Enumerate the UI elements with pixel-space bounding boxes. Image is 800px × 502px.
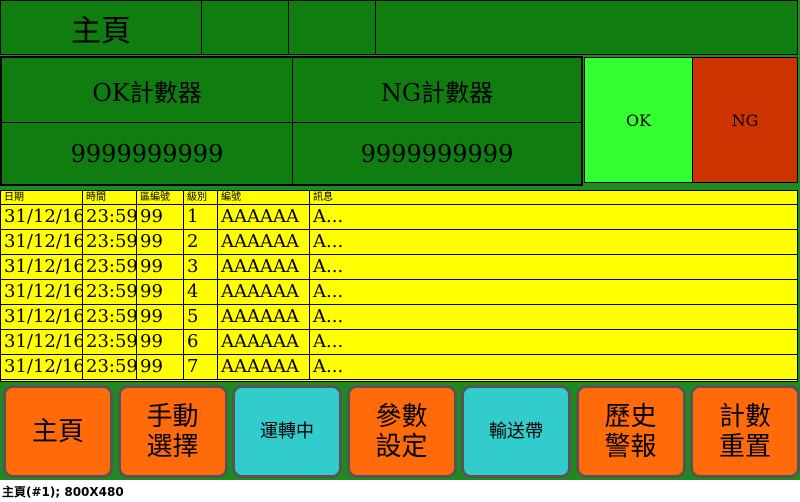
- column-header-code: 編號: [218, 191, 310, 204]
- cell-message: A...: [313, 281, 344, 302]
- cell-level: 2: [184, 230, 218, 254]
- cell-code: AAAAAA: [218, 230, 310, 254]
- button-label: 輸送帶: [489, 420, 543, 442]
- cell-level: 1: [184, 205, 218, 229]
- ng-counter-value: 9999999999: [360, 139, 514, 168]
- cell-time: 23:59: [83, 255, 137, 279]
- table-row[interactable]: 31/12/16 23:59 99 3 AAAAAA A...: [1, 255, 797, 280]
- cell-time: 23:59: [83, 355, 137, 379]
- cell-date: 31/12/16: [1, 205, 83, 229]
- cell-date: 31/12/16: [1, 255, 83, 279]
- table-row[interactable]: 31/12/16 23:59 99 7 AAAAAA A...: [1, 355, 797, 380]
- header-bar: 主頁: [0, 0, 798, 55]
- cell-zone: 99: [137, 280, 184, 304]
- column-header-zone: 區編號: [137, 191, 184, 204]
- header-cell-3: [289, 1, 376, 54]
- cell-message: A...: [313, 256, 344, 277]
- cell-date: 31/12/16: [1, 355, 83, 379]
- cell-date: 31/12/16: [1, 330, 83, 354]
- button-label: 手動 選擇: [146, 401, 199, 462]
- button-label: 參數 設定: [375, 401, 428, 462]
- cell-code: AAAAAA: [218, 355, 310, 379]
- column-header-message: 訊息: [313, 192, 333, 203]
- cell-time: 23:59: [83, 280, 137, 304]
- table-row[interactable]: 31/12/16 23:59 99 4 AAAAAA A...: [1, 280, 797, 305]
- cell-code: AAAAAA: [218, 205, 310, 229]
- cell-code: AAAAAA: [218, 280, 310, 304]
- ok-counter-value: 9999999999: [70, 139, 224, 168]
- cell-zone: 99: [137, 305, 184, 329]
- ok-indicator-label: OK: [625, 110, 652, 130]
- ng-indicator: NG: [692, 57, 798, 183]
- cell-time: 23:59: [83, 305, 137, 329]
- cell-code: AAAAAA: [218, 330, 310, 354]
- column-header-date: 日期: [1, 191, 83, 204]
- cell-date: 31/12/16: [1, 305, 83, 329]
- cell-time: 23:59: [83, 230, 137, 254]
- hmi-screen: 主頁 OK計數器 NG計數器 9999999999 9999999999 OK …: [0, 0, 800, 480]
- ng-counter-label: NG計數器: [380, 78, 494, 107]
- cell-level: 5: [184, 305, 218, 329]
- cell-level: 7: [184, 355, 218, 379]
- cell-time: 23:59: [83, 330, 137, 354]
- cell-date: 31/12/16: [1, 230, 83, 254]
- table-row[interactable]: 31/12/16 23:59 99 5 AAAAAA A...: [1, 305, 797, 330]
- conveyor-button[interactable]: 輸送帶: [461, 385, 571, 478]
- cell-message: A...: [313, 331, 344, 352]
- running-button[interactable]: 運轉中: [232, 385, 342, 478]
- ng-indicator-label: NG: [731, 110, 759, 130]
- cell-zone: 99: [137, 205, 184, 229]
- cell-zone: 99: [137, 230, 184, 254]
- cell-zone: 99: [137, 330, 184, 354]
- parameter-settings-button[interactable]: 參數 設定: [346, 385, 457, 478]
- page-title: 主頁: [71, 13, 131, 49]
- button-label: 歷史 警報: [604, 401, 657, 462]
- ok-counter-label: OK計數器: [92, 78, 202, 107]
- cell-level: 6: [184, 330, 218, 354]
- manual-select-button[interactable]: 手動 選擇: [117, 385, 228, 478]
- cell-zone: 99: [137, 355, 184, 379]
- status-line: 主頁(#1); 800X480: [2, 485, 124, 499]
- column-header-level: 級別: [184, 191, 218, 204]
- counter-panel: OK計數器 NG計數器 9999999999 9999999999: [0, 56, 583, 186]
- button-label: 主頁: [31, 416, 84, 447]
- cell-date: 31/12/16: [1, 280, 83, 304]
- cell-level: 3: [184, 255, 218, 279]
- table-row[interactable]: 31/12/16 23:59 99 2 AAAAAA A...: [1, 230, 797, 255]
- button-label: 計數 重置: [718, 401, 771, 462]
- table-row[interactable]: 31/12/16 23:59 99 6 AAAAAA A...: [1, 330, 797, 355]
- table-header-row: 日期 時間 區編號 級別 編號 訊息: [1, 191, 797, 205]
- table-row[interactable]: 31/12/16 23:59 99 1 AAAAAA A...: [1, 205, 797, 230]
- home-button[interactable]: 主頁: [3, 385, 113, 478]
- cell-code: AAAAAA: [218, 305, 310, 329]
- counter-reset-button[interactable]: 計數 重置: [690, 385, 800, 478]
- cell-zone: 99: [137, 255, 184, 279]
- cell-message: A...: [313, 231, 344, 252]
- header-title-cell: 主頁: [1, 1, 202, 54]
- header-cell-2: [202, 1, 289, 54]
- button-label: 運轉中: [260, 420, 314, 442]
- cell-message: A...: [313, 306, 344, 327]
- cell-level: 4: [184, 280, 218, 304]
- cell-message: A...: [313, 206, 344, 227]
- cell-code: AAAAAA: [218, 255, 310, 279]
- column-header-time: 時間: [83, 191, 137, 204]
- alarm-history-button[interactable]: 歷史 警報: [575, 385, 686, 478]
- cell-time: 23:59: [83, 205, 137, 229]
- alarm-table: 日期 時間 區編號 級別 編號 訊息 31/12/16 23:59 99 1 AAAAA…: [0, 190, 798, 382]
- cell-message: A...: [313, 356, 344, 377]
- ok-indicator: OK: [584, 57, 693, 183]
